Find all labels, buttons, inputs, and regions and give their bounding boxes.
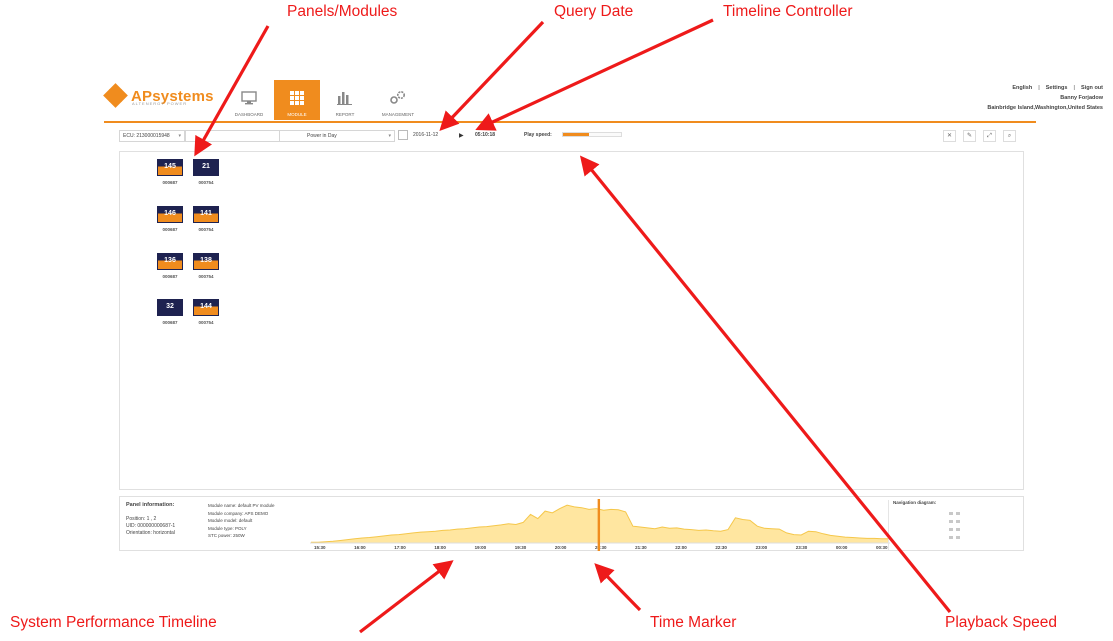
- arrow-playback-speed: [579, 155, 952, 614]
- arrow-timeline-controller: [475, 18, 714, 131]
- label-performance-timeline: System Performance Timeline: [10, 614, 217, 631]
- arrow-performance-timeline: [359, 560, 454, 634]
- annotation-arrows: [194, 18, 952, 634]
- arrow-query-date: [439, 20, 545, 131]
- label-panels-modules: Panels/Modules: [287, 3, 398, 20]
- label-query-date: Query Date: [554, 3, 634, 20]
- label-timeline-controller: Timeline Controller: [723, 3, 853, 20]
- label-time-marker: Time Marker: [650, 614, 737, 631]
- arrow-panels: [194, 25, 270, 157]
- label-playback-speed: Playback Speed: [945, 614, 1058, 631]
- arrow-time-marker: [594, 563, 642, 612]
